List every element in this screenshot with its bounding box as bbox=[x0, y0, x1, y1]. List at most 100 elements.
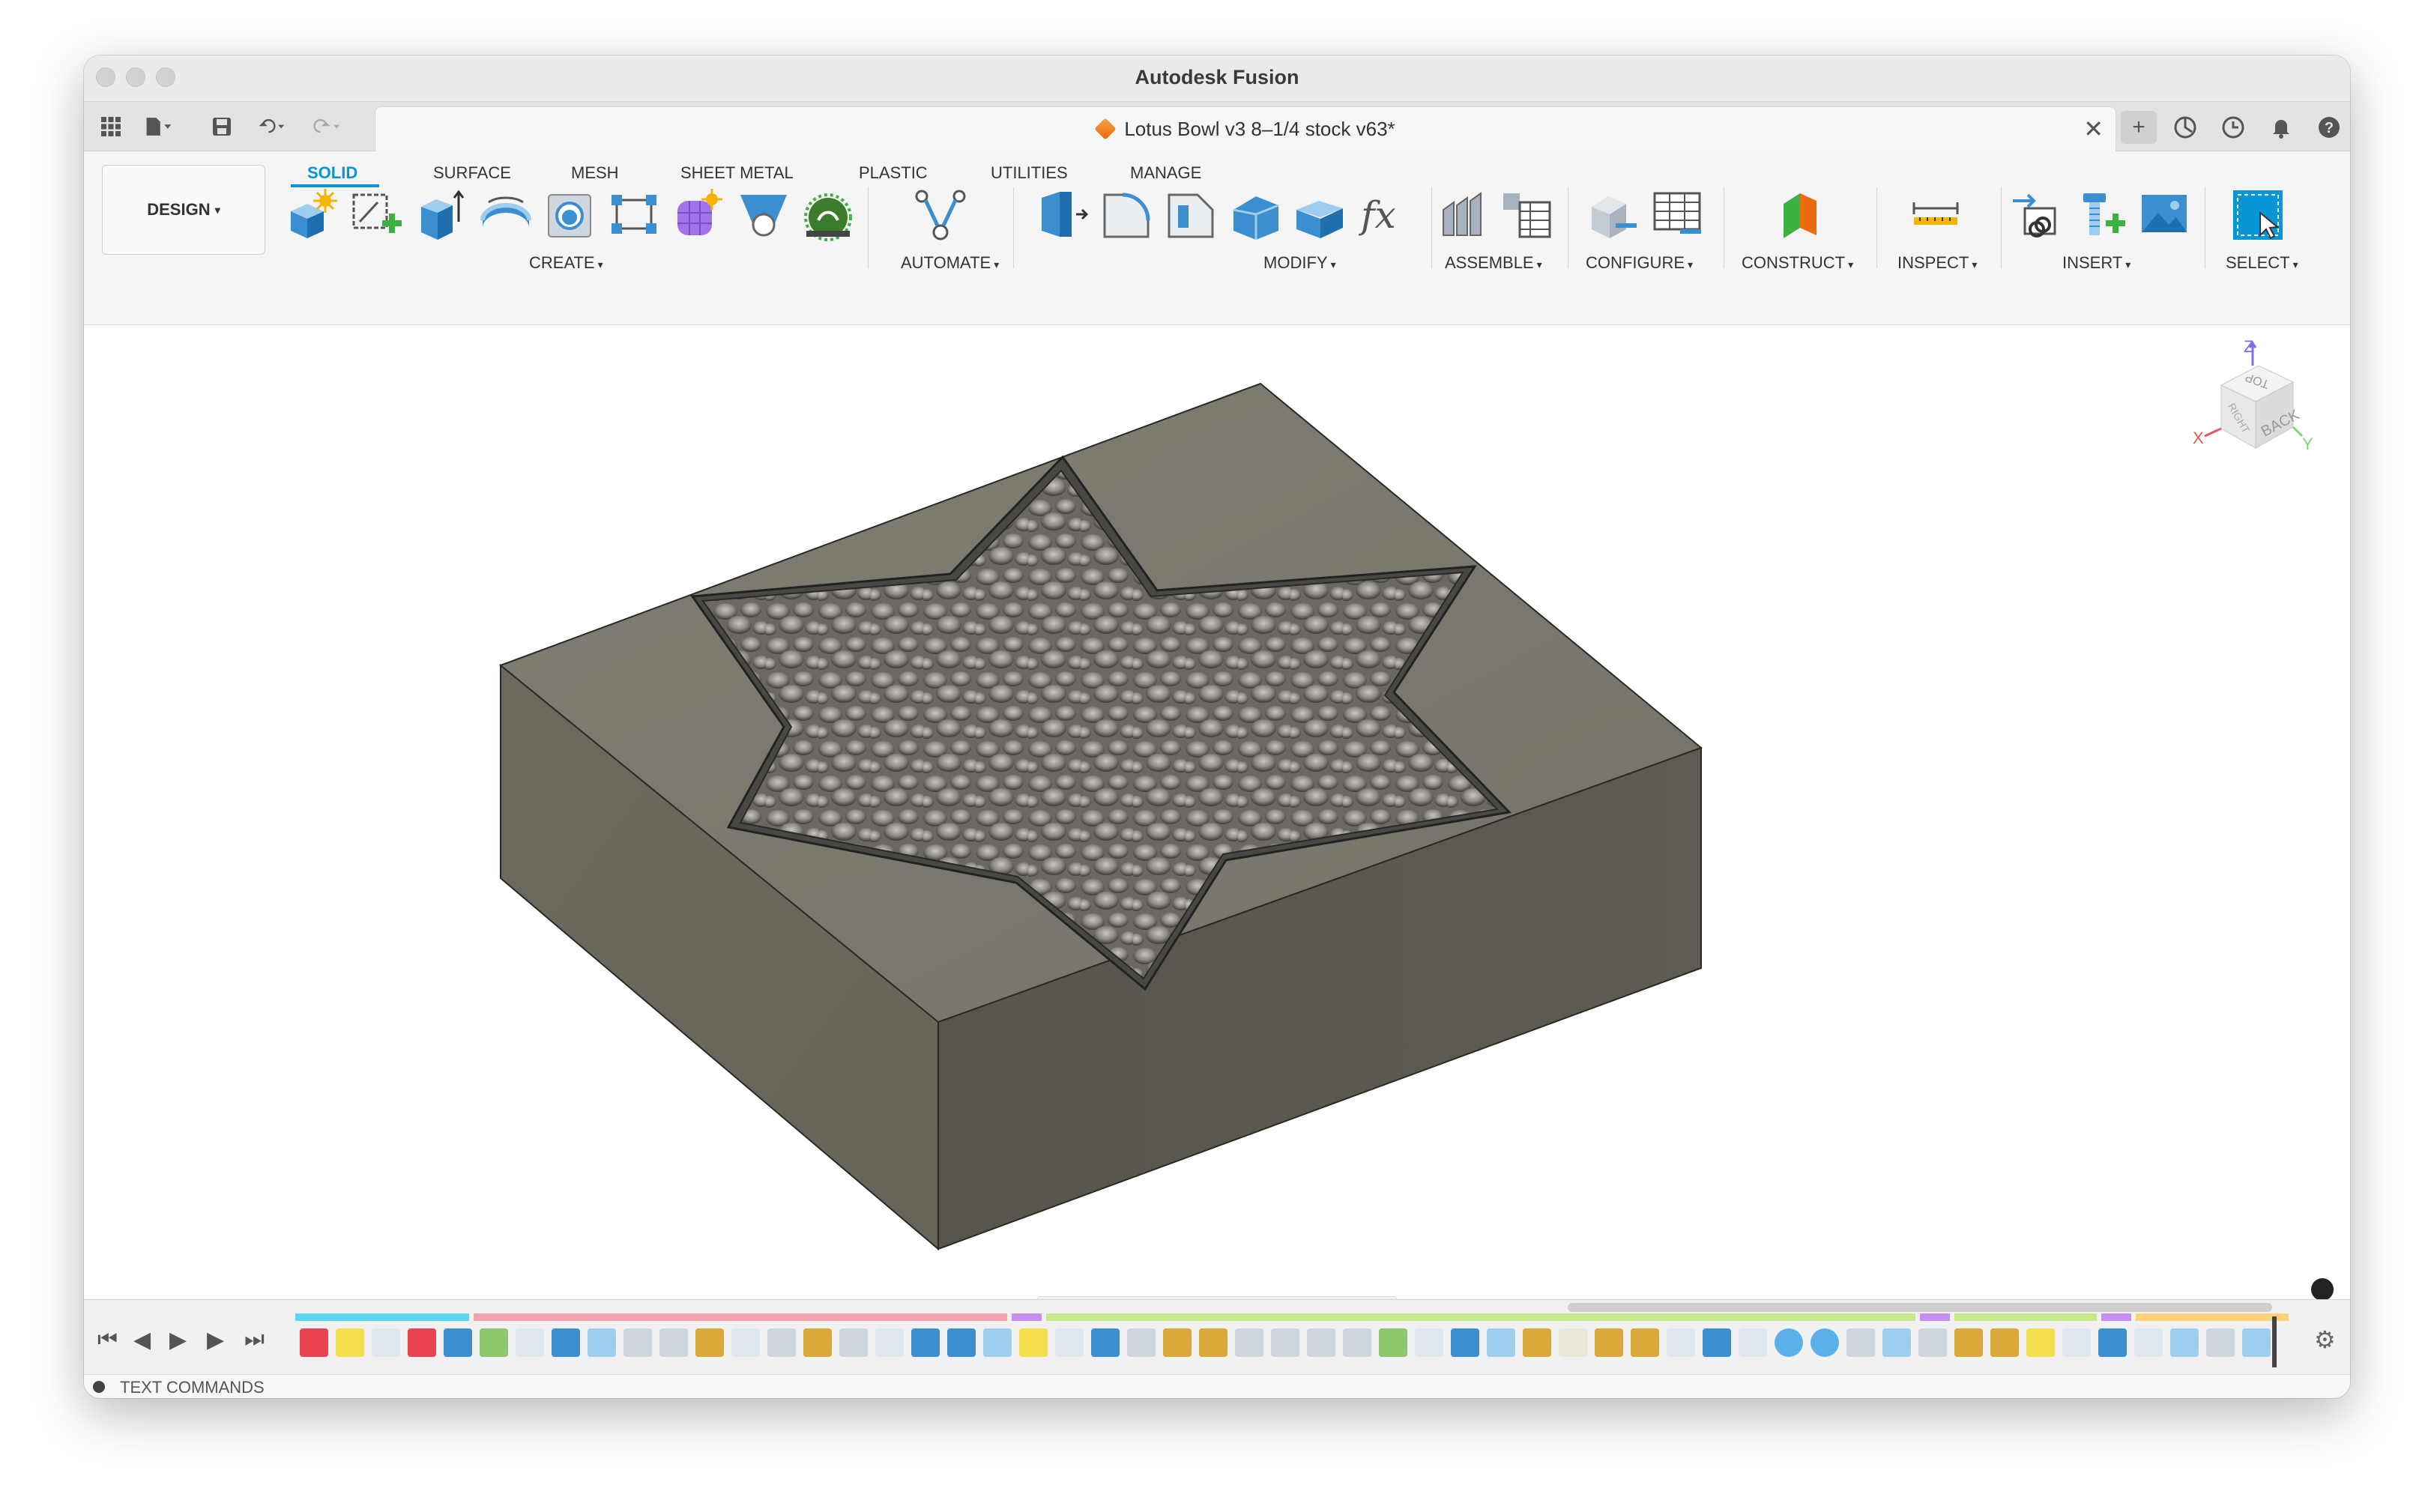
go-to-start-icon[interactable]: ⏮ bbox=[97, 1327, 118, 1352]
timeline-feature[interactable] bbox=[2134, 1328, 2163, 1357]
timeline-feature[interactable] bbox=[623, 1328, 652, 1357]
measure-icon[interactable] bbox=[1908, 187, 1963, 243]
assemble-group-label[interactable]: ASSEMBLE ▾ bbox=[1445, 253, 1542, 273]
text-commands-bar[interactable]: TEXT COMMANDS bbox=[84, 1374, 2350, 1398]
comments-icon[interactable] bbox=[2311, 1278, 2334, 1301]
timeline-feature[interactable] bbox=[2098, 1328, 2127, 1357]
job-status-icon[interactable] bbox=[2217, 111, 2250, 144]
fillet-icon[interactable] bbox=[1099, 187, 1154, 243]
timeline-feature[interactable] bbox=[731, 1328, 760, 1357]
notifications-bell-icon[interactable] bbox=[2265, 111, 2298, 144]
timeline-feature[interactable] bbox=[1019, 1328, 1048, 1357]
timeline-feature[interactable] bbox=[1343, 1328, 1371, 1357]
tab-surface[interactable]: SURFACE bbox=[433, 163, 511, 183]
modify-group-label[interactable]: MODIFY ▾ bbox=[1263, 253, 1336, 273]
timeline-feature[interactable] bbox=[839, 1328, 868, 1357]
close-icon[interactable]: ✕ bbox=[2083, 115, 2104, 143]
revolve-icon[interactable] bbox=[478, 187, 534, 243]
timeline-feature[interactable] bbox=[1631, 1328, 1659, 1357]
press-pull-icon[interactable] bbox=[1034, 187, 1090, 243]
timeline-feature[interactable] bbox=[552, 1328, 580, 1357]
text-commands-toggle-icon[interactable] bbox=[93, 1381, 105, 1393]
redo-icon[interactable] bbox=[313, 112, 343, 141]
pattern-icon[interactable] bbox=[607, 187, 662, 243]
timeline-feature[interactable] bbox=[300, 1328, 328, 1357]
timeline-feature[interactable] bbox=[1846, 1328, 1875, 1357]
timeline-feature[interactable] bbox=[1918, 1328, 1947, 1357]
tab-sheet-metal[interactable]: SHEET METAL bbox=[680, 163, 794, 183]
timeline-feature[interactable] bbox=[1127, 1328, 1156, 1357]
timeline-feature[interactable] bbox=[659, 1328, 688, 1357]
step-forward-icon[interactable]: ▶ bbox=[207, 1327, 224, 1353]
timeline-feature[interactable] bbox=[1775, 1328, 1803, 1357]
timeline-feature[interactable] bbox=[480, 1328, 508, 1357]
timeline-feature[interactable] bbox=[1595, 1328, 1623, 1357]
extrude-icon[interactable] bbox=[414, 187, 469, 243]
timeline-settings-gear-icon[interactable]: ⚙ bbox=[2314, 1325, 2336, 1354]
data-panel-grid-icon[interactable] bbox=[96, 112, 126, 141]
timeline-feature[interactable] bbox=[1163, 1328, 1192, 1357]
viewcube[interactable]: Z X Y TOP RIGHT BACK bbox=[2182, 337, 2325, 483]
tab-plastic[interactable]: PLASTIC bbox=[859, 163, 928, 183]
configuration-table-icon[interactable] bbox=[1650, 187, 1706, 243]
timeline-feature[interactable] bbox=[2206, 1328, 2235, 1357]
go-to-end-icon[interactable]: ⏭ bbox=[244, 1327, 265, 1352]
create-sketch-icon[interactable] bbox=[349, 187, 405, 243]
bill-of-materials-icon[interactable] bbox=[1499, 187, 1554, 243]
hole-icon[interactable] bbox=[543, 187, 598, 243]
timeline-feature[interactable] bbox=[1091, 1328, 1120, 1357]
automate-group-label[interactable]: AUTOMATE ▾ bbox=[901, 253, 999, 273]
workspace-switcher[interactable]: DESIGN ▾ bbox=[102, 165, 265, 255]
save-icon[interactable] bbox=[207, 112, 237, 141]
timeline-feature[interactable] bbox=[1487, 1328, 1515, 1357]
undo-icon[interactable] bbox=[258, 112, 288, 141]
timeline-feature[interactable] bbox=[1451, 1328, 1479, 1357]
timeline-marker[interactable] bbox=[2272, 1316, 2277, 1367]
timeline-feature[interactable] bbox=[2242, 1328, 2271, 1357]
timeline-feature[interactable] bbox=[1523, 1328, 1551, 1357]
timeline-feature[interactable] bbox=[1307, 1328, 1335, 1357]
timeline-feature[interactable] bbox=[1990, 1328, 2019, 1357]
tab-utilities[interactable]: UTILITIES bbox=[991, 163, 1068, 183]
insert-group-label[interactable]: INSERT ▾ bbox=[2062, 253, 2130, 273]
design-viewport[interactable]: Z X Y TOP RIGHT BACK ✥▾ ▣ ✋ ⊕ ⊕▾ ▭▾ ▦▾ ⊞… bbox=[84, 325, 2350, 1332]
chamfer-icon[interactable] bbox=[1163, 187, 1218, 243]
timeline-feature[interactable] bbox=[1811, 1328, 1839, 1357]
new-tab-plus-icon[interactable]: + bbox=[2121, 111, 2157, 144]
draft-icon[interactable] bbox=[1292, 187, 1347, 243]
timeline-feature[interactable] bbox=[2062, 1328, 2091, 1357]
select-icon[interactable] bbox=[2230, 187, 2286, 243]
timeline-feature[interactable] bbox=[1235, 1328, 1263, 1357]
timeline-feature[interactable] bbox=[516, 1328, 544, 1357]
timeline-feature[interactable] bbox=[1199, 1328, 1227, 1357]
automate-icon[interactable] bbox=[913, 187, 968, 243]
timeline-feature[interactable] bbox=[1667, 1328, 1695, 1357]
timeline-feature[interactable] bbox=[588, 1328, 616, 1357]
step-back-icon[interactable]: ◀ bbox=[133, 1327, 151, 1353]
configure-group-label[interactable]: CONFIGURE ▾ bbox=[1586, 253, 1693, 273]
timeline-feature[interactable] bbox=[2026, 1328, 2055, 1357]
create-form-icon[interactable] bbox=[671, 187, 727, 243]
timeline-feature[interactable] bbox=[1739, 1328, 1767, 1357]
new-component-icon[interactable] bbox=[285, 187, 340, 243]
insert-derive-icon[interactable] bbox=[2008, 187, 2064, 243]
timeline-feature[interactable] bbox=[767, 1328, 796, 1357]
timeline-feature[interactable] bbox=[911, 1328, 940, 1357]
timeline-feature[interactable] bbox=[1379, 1328, 1407, 1357]
timeline-feature[interactable] bbox=[2170, 1328, 2199, 1357]
file-menu-icon[interactable] bbox=[144, 112, 174, 141]
play-icon[interactable]: ▶ bbox=[169, 1327, 187, 1353]
generative-design-icon[interactable] bbox=[800, 187, 856, 243]
timeline-feature[interactable] bbox=[1415, 1328, 1443, 1357]
timeline-feature[interactable] bbox=[408, 1328, 436, 1357]
change-parameters-fx-icon[interactable]: fx bbox=[1356, 187, 1412, 243]
shell-icon[interactable] bbox=[1227, 187, 1283, 243]
timeline-feature[interactable] bbox=[1954, 1328, 1983, 1357]
construct-group-label[interactable]: CONSTRUCT ▾ bbox=[1742, 253, 1853, 273]
timeline-feature[interactable] bbox=[803, 1328, 832, 1357]
extensions-icon[interactable] bbox=[2169, 111, 2202, 144]
create-group-label[interactable]: CREATE ▾ bbox=[529, 253, 603, 273]
document-tab[interactable]: Lotus Bowl v3 8–1/4 stock v63* ✕ bbox=[375, 106, 2116, 151]
timeline-scrollbar[interactable] bbox=[1568, 1303, 2272, 1312]
tab-solid[interactable]: SOLID bbox=[307, 163, 357, 183]
